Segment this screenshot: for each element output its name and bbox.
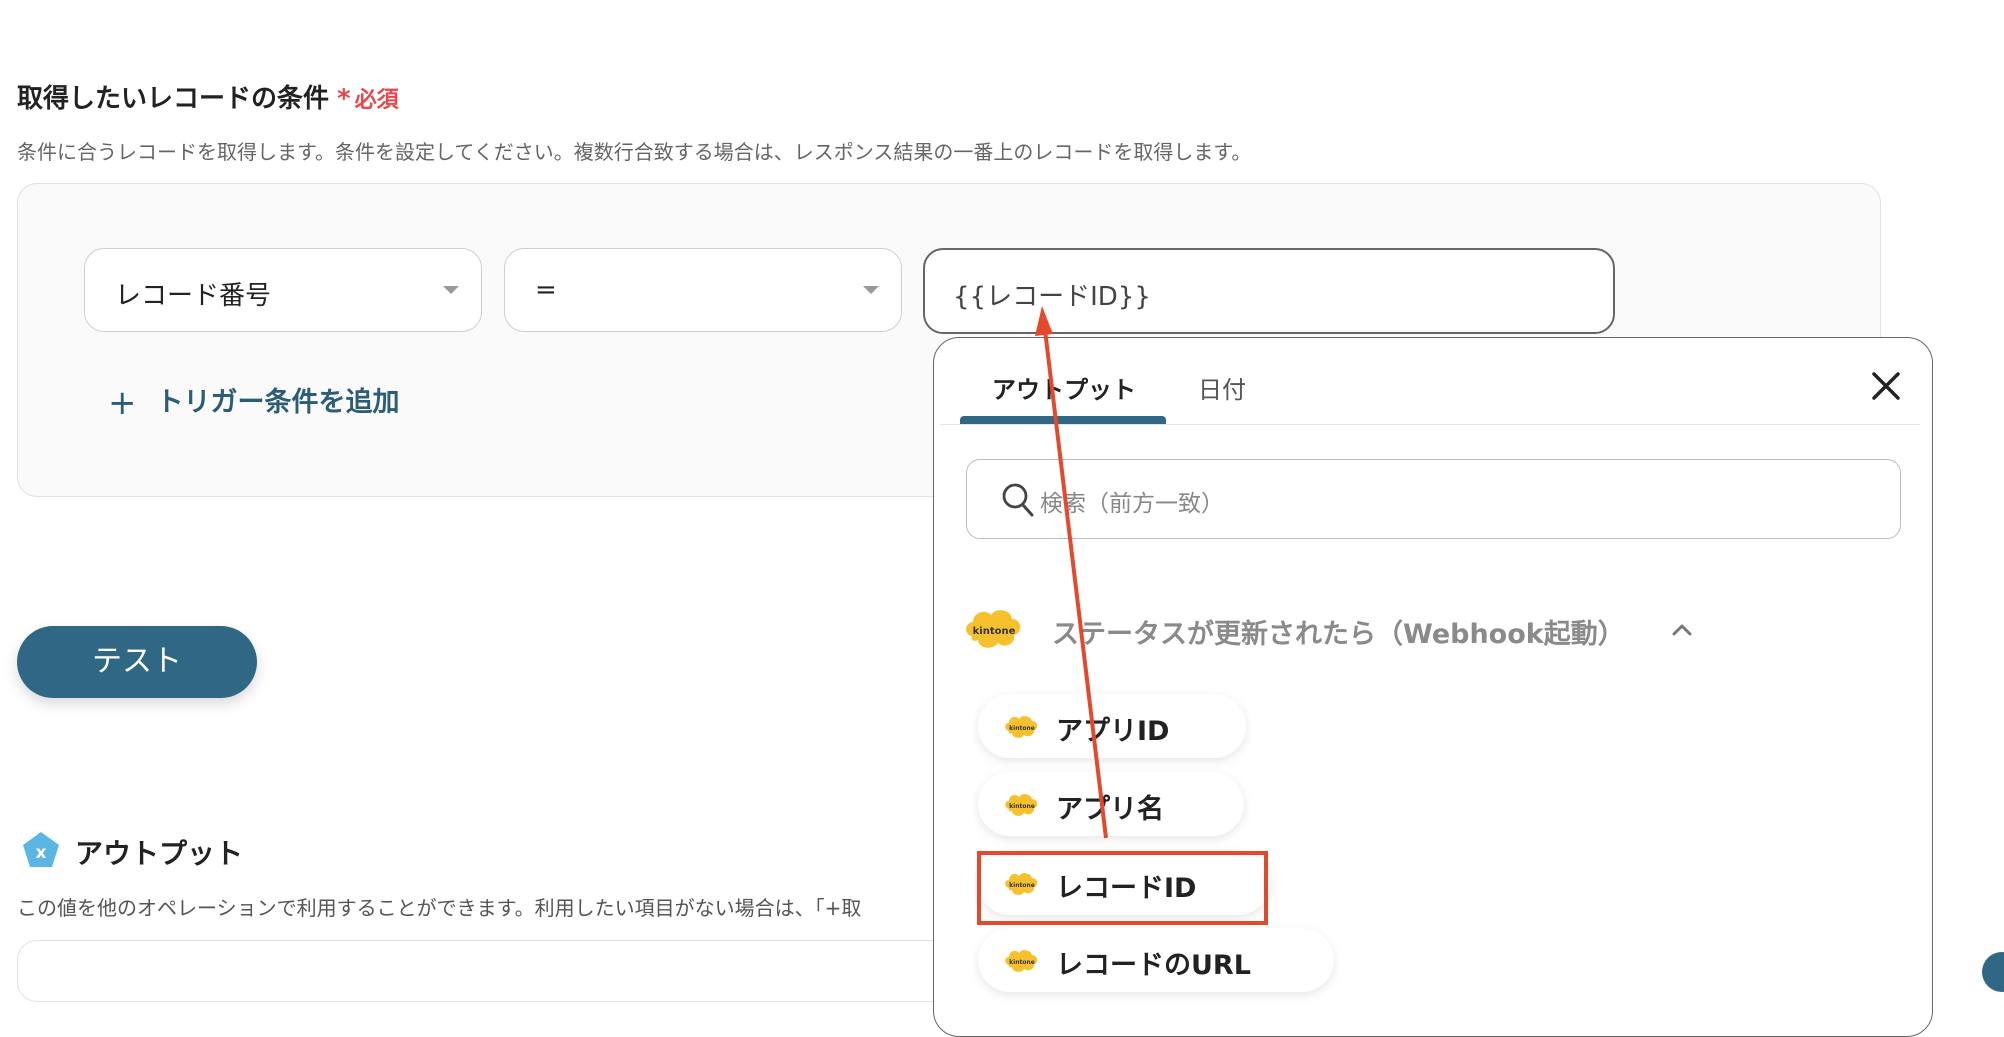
search-input[interactable]: 検索（前方一致） — [966, 459, 1901, 539]
highlight-box-annotation — [977, 851, 1268, 925]
corner-fab[interactable] — [1982, 952, 2004, 992]
condition-value-input[interactable]: {{レコードID}} — [923, 248, 1615, 334]
condition-description: 条件に合うレコードを取得します。条件を設定してください。複数行合致する場合は、レ… — [17, 140, 1252, 164]
kintone-logo-text: kintone — [1009, 725, 1035, 732]
add-condition-button[interactable]: + トリガー条件を追加 — [108, 380, 400, 423]
output-item-app-name[interactable]: kintone アプリ名 — [978, 772, 1244, 836]
plus-icon: + — [108, 383, 137, 423]
kintone-logo-icon: kintone — [1005, 794, 1038, 816]
kintone-logo-text: kintone — [1009, 803, 1035, 810]
caret-down-icon — [863, 286, 879, 294]
operator-select[interactable]: = — [504, 248, 902, 332]
field-select[interactable]: レコード番号 — [84, 248, 482, 332]
condition-value-text: {{レコードID}} — [953, 282, 1151, 312]
condition-section-title: 取得したいレコードの条件 * 必須 — [17, 78, 399, 115]
variable-picker-panel: アウトプット 日付 検索（前方一致） kintone ステータスが更新されたら（… — [933, 337, 1933, 1037]
field-select-value: レコード番号 — [115, 281, 272, 311]
kintone-logo-text: kintone — [1009, 959, 1035, 966]
add-condition-label: トリガー条件を追加 — [156, 387, 400, 418]
operator-select-value: = — [535, 275, 557, 305]
kintone-logo-icon: kintone — [1005, 950, 1038, 972]
tab-date[interactable]: 日付 — [1198, 370, 1246, 405]
output-item-label: アプリ名 — [1056, 794, 1164, 825]
required-star: * — [337, 84, 351, 114]
output-box — [17, 940, 1019, 1002]
test-button[interactable]: テスト — [17, 626, 257, 698]
kintone-logo-icon: kintone — [1005, 716, 1038, 738]
kintone-logo-icon: kintone — [964, 606, 1024, 652]
tab-output[interactable]: アウトプット — [992, 370, 1136, 405]
output-description: この値を他のオペレーションで利用することができます。利用したい項目がない場合は、… — [17, 896, 862, 920]
condition-title-text: 取得したいレコードの条件 — [17, 84, 330, 114]
search-placeholder: 検索（前方一致） — [1040, 491, 1224, 517]
tab-divider — [940, 424, 1920, 425]
output-section-title: アウトプット — [75, 837, 244, 870]
output-icon-glyph: x — [36, 843, 47, 863]
output-item-label: アプリID — [1056, 716, 1170, 747]
trigger-group-title[interactable]: ステータスが更新されたら（Webhook起動） — [1052, 612, 1625, 651]
chevron-up-icon[interactable] — [1670, 620, 1694, 640]
active-tab-indicator — [960, 416, 1166, 424]
close-icon[interactable] — [1864, 364, 1908, 408]
output-icon: x — [21, 831, 61, 869]
search-icon — [1002, 483, 1034, 517]
output-item-record-url[interactable]: kintone レコードのURL — [978, 928, 1334, 992]
kintone-logo-text: kintone — [973, 626, 1016, 637]
caret-down-icon — [443, 286, 459, 294]
required-label: 必須 — [354, 88, 399, 113]
output-item-app-id[interactable]: kintone アプリID — [978, 694, 1246, 758]
output-item-label: レコードのURL — [1056, 950, 1251, 981]
